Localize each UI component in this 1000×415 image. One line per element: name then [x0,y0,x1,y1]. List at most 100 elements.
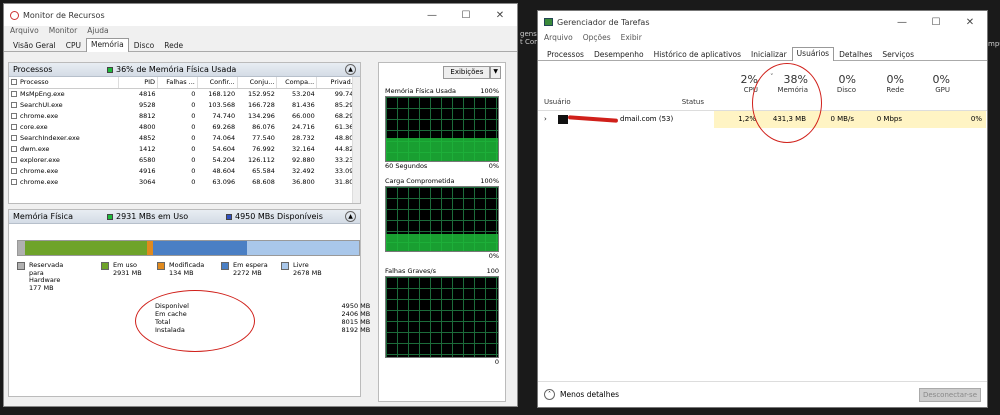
cell-value: 0 [191,155,196,164]
table-row[interactable]: SearchIndexer.exe 4852 0 74.064 77.540 28.732… [9,132,360,143]
tab-disk[interactable]: Disco [129,39,159,51]
column-header[interactable]: Falhas ... [157,77,198,89]
maximize-button[interactable]: ☐ [449,4,483,26]
menu-item[interactable]: Ajuda [87,26,108,38]
tab-overview[interactable]: Visão Geral [8,39,61,51]
annotation-circle [752,63,822,143]
task-manager-window: Gerenciador de Tarefas — ☐ ✕ Arquivo Opç… [537,10,988,408]
checkbox[interactable] [11,123,17,130]
title-bar[interactable]: Gerenciador de Tarefas — ☐ ✕ [538,11,987,33]
checkbox[interactable] [11,178,17,185]
cell-value: 0 [191,177,196,186]
table-row[interactable]: explorer.exe 6580 0 54.204 126.112 92.880 33.2… [9,154,360,165]
user-name: dmail.com (53) [620,115,674,123]
column-header[interactable]: Confir... [197,77,238,89]
disconnect-button[interactable]: Desconectar-se [919,388,981,402]
menu-item[interactable]: Opções [583,33,611,47]
tab-memory[interactable]: Memória [85,38,129,52]
menu-item[interactable]: Monitor [49,26,78,38]
table-row[interactable]: MsMpEng.exe 4816 0 168.120 152.952 53.204 99.7… [9,88,360,99]
in-use-swatch [107,213,113,220]
checkbox[interactable] [11,79,17,86]
checkbox[interactable] [11,156,17,163]
column-header[interactable]: Processo [9,77,119,89]
checkbox[interactable] [11,112,17,119]
column-user[interactable]: Usuário [544,98,571,106]
views-button[interactable]: Exibições [443,66,491,79]
graph-title-row: Falhas Graves/s 100 [385,267,499,276]
graph-2: Falhas Graves/s 100 0 [385,267,499,367]
cell-value: 86.076 [252,122,275,131]
table-cell: chrome.exe [9,110,118,121]
expand-icon[interactable]: › [544,115,547,123]
table-cell: 65.584 [237,165,277,176]
vertical-scrollbar[interactable] [352,77,360,203]
processes-header[interactable]: Processos 36% de Memória Física Usada ▲ [9,63,360,77]
collapse-icon[interactable]: ▲ [345,64,356,75]
footer: ˄ Menos detalhes Desconectar-se [538,381,987,407]
tab-network[interactable]: Rede [159,39,188,51]
tab-usuarios[interactable]: Usuários [791,47,835,61]
table-row[interactable]: chrome.exe 3064 0 63.096 68.608 36.800 31.808 [9,176,360,187]
minimize-button[interactable]: — [885,11,919,33]
tab-historico-de-aplicativos[interactable]: Histórico de aplicativos [649,48,746,60]
physical-memory-header[interactable]: Memória Física 2931 MBs em Uso 4950 MBs … [9,210,360,224]
column-network[interactable]: 0% Rede [858,73,904,94]
table-cell: 86.076 [237,121,277,132]
column-header[interactable]: Compa... [276,77,318,89]
checkbox[interactable] [11,90,17,97]
minimize-button[interactable]: — [415,4,449,26]
table-cell: 74.740 [197,110,237,121]
column-header[interactable]: Conju... [237,77,278,89]
table-cell: 24.716 [277,121,317,132]
cell-value: chrome.exe [20,111,59,120]
table-row[interactable]: SearchUI.exe 9528 0 103.568 166.728 81.436 85.… [9,99,360,110]
views-dropdown-icon[interactable]: ▼ [490,66,501,79]
tab-desempenho[interactable]: Desempenho [589,48,649,60]
table-row[interactable]: core.exe 4800 0 69.268 86.076 24.716 61.360 [9,121,360,132]
graph-max: 100 [486,267,499,275]
legend-swatch [101,262,109,270]
legend-value: 2678 MB [293,268,322,277]
title-bar[interactable]: Monitor de Recursos — ☐ ✕ [4,4,517,26]
graph-canvas [385,96,499,162]
column-cpu[interactable]: 2% CPU [714,73,758,94]
fewer-details-link[interactable]: Menos detalhes [560,390,619,399]
window-title: Monitor de Recursos [23,10,105,20]
column-gpu[interactable]: 0% GPU [906,73,950,94]
menu-item[interactable]: Exibir [621,33,642,47]
close-button[interactable]: ✕ [483,4,517,26]
tab-servicos[interactable]: Serviços [877,48,919,60]
collapse-icon[interactable]: ▲ [345,211,356,222]
table-row[interactable]: chrome.exe 8812 0 74.740 134.296 66.000 68.296 [9,110,360,121]
cell-value: 36.800 [292,177,315,186]
table-row[interactable]: chrome.exe 4916 0 48.604 65.584 32.492 33.092 [9,165,360,176]
close-button[interactable]: ✕ [953,11,987,33]
column-status[interactable]: Status [678,98,704,106]
cell-value: 74.064 [212,133,236,142]
cell-value: 9528 [139,100,156,109]
tab-inicializar[interactable]: Inicializar [746,48,792,60]
task-manager-icon [544,18,553,26]
menu-item[interactable]: Arquivo [10,26,39,38]
column-header[interactable]: PID [118,77,159,89]
cell-value: 74.740 [212,111,236,120]
maximize-button[interactable]: ☐ [919,11,953,33]
menu-item[interactable]: Arquivo [544,33,573,47]
table-cell: chrome.exe [9,165,118,176]
tab-cpu[interactable]: CPU [61,39,86,51]
tab-detalhes[interactable]: Detalhes [834,48,877,60]
cell-value: 0 [191,166,196,175]
tab-strip: Visão Geral CPU Memória Disco Rede [4,38,517,52]
table-row[interactable]: dwm.exe 1412 0 54.604 76.992 32.164 44.828 [9,143,360,154]
graph-footer: 0 [385,358,499,367]
table-cell: 9528 [118,99,158,110]
tab-processos[interactable]: Processos [542,48,589,60]
checkbox[interactable] [11,145,17,152]
annotation-circle [135,290,255,352]
checkbox[interactable] [11,167,17,174]
checkbox[interactable] [11,101,17,108]
checkbox[interactable] [11,134,17,141]
table-cell: 63.096 [197,176,237,187]
chevron-up-icon[interactable]: ˄ [544,389,555,400]
